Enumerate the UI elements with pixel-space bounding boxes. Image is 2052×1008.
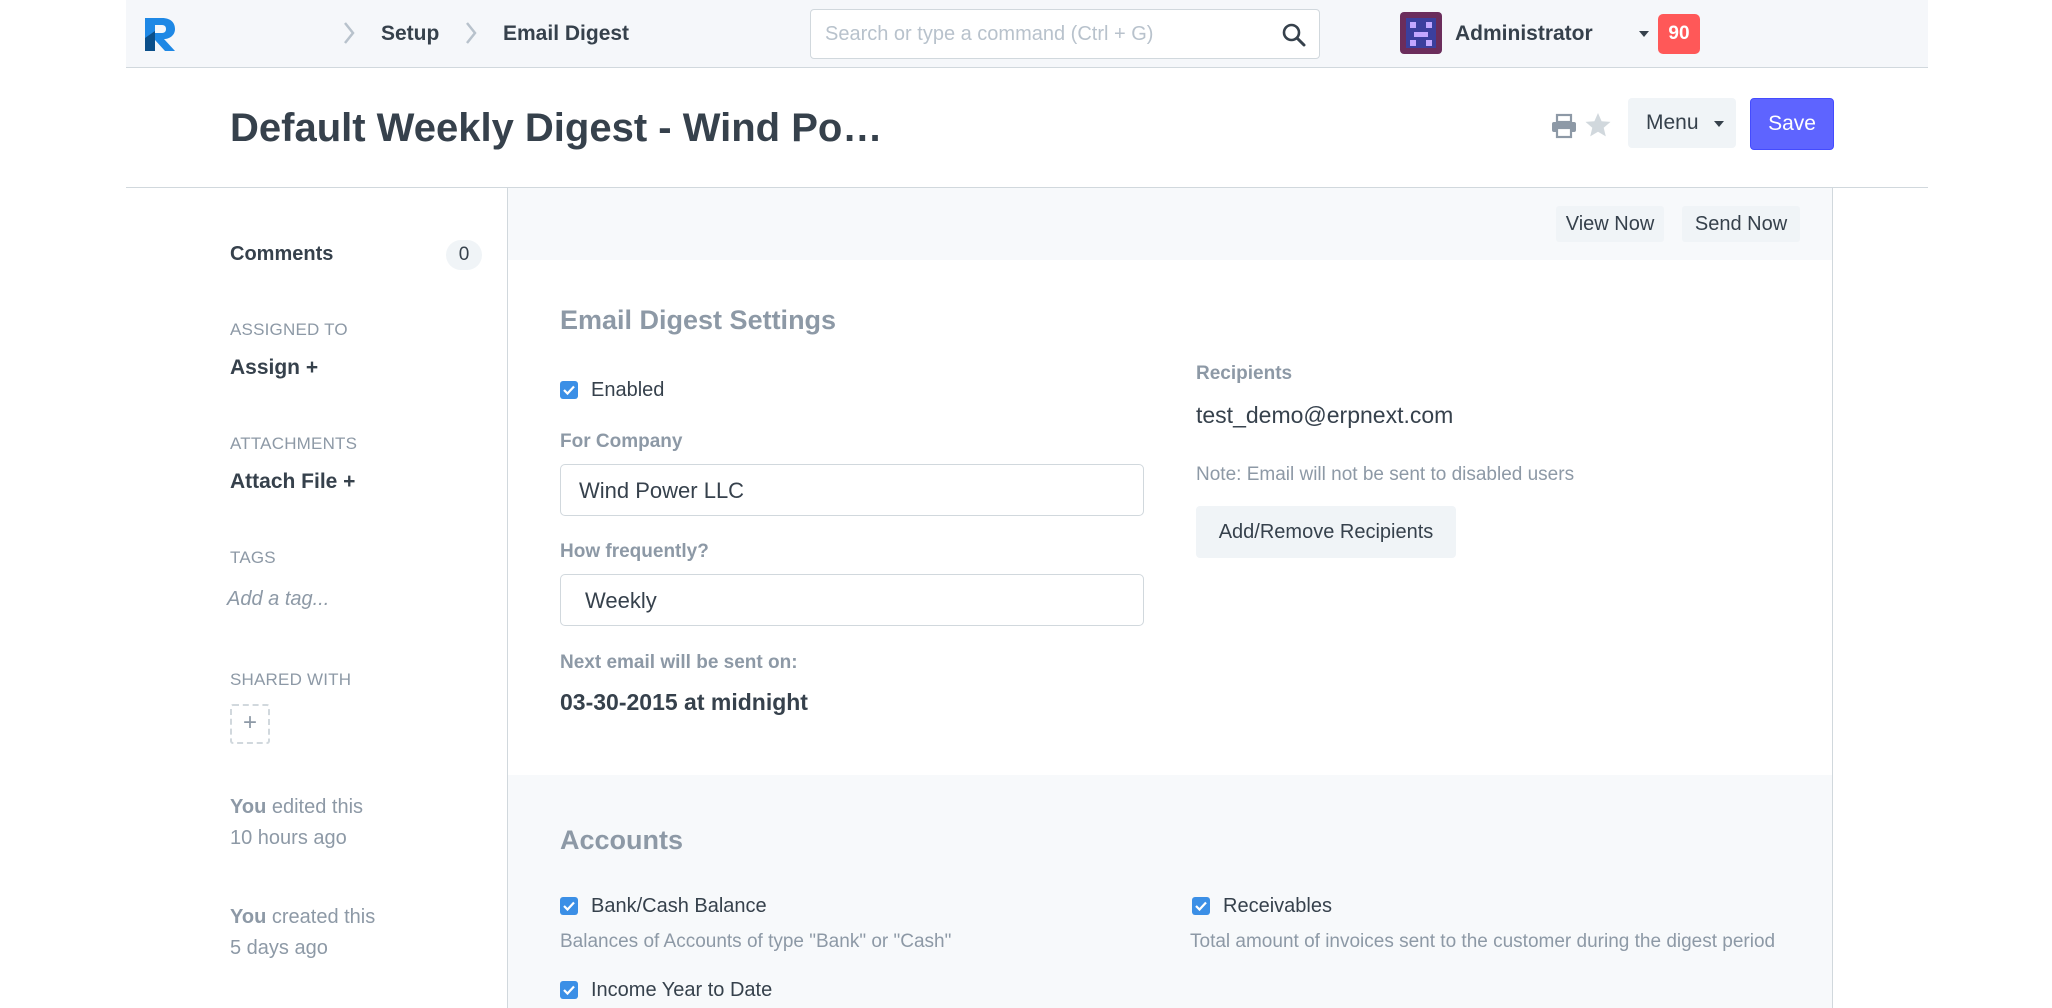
notification-badge[interactable]: 90: [1658, 14, 1700, 54]
check-icon: [563, 901, 575, 912]
chevron-right-icon: [344, 22, 355, 44]
breadcrumb-email-digest[interactable]: Email Digest: [503, 22, 629, 46]
income-year-to-date-label[interactable]: Income Year to Date: [591, 979, 772, 1002]
section-title-accounts: Accounts: [560, 825, 684, 855]
for-company-label: For Company: [560, 431, 683, 452]
timeline-item: You edited this 10 hours ago: [230, 792, 363, 854]
comments-count-badge: 0: [446, 240, 482, 270]
caret-down-icon[interactable]: [1639, 31, 1649, 37]
bank-cash-balance-label[interactable]: Bank/Cash Balance: [591, 895, 767, 918]
bank-cash-balance-checkbox[interactable]: [560, 897, 578, 915]
save-button[interactable]: Save: [1750, 98, 1834, 150]
star-icon[interactable]: [1584, 111, 1612, 139]
receivables-label[interactable]: Receivables: [1223, 895, 1332, 918]
next-email-label: Next email will be sent on:: [560, 652, 798, 673]
how-frequently-label: How frequently?: [560, 541, 709, 562]
breadcrumb-setup[interactable]: Setup: [381, 22, 439, 46]
accounts-section: [508, 775, 1832, 1008]
how-frequently-select[interactable]: Weekly: [560, 574, 1144, 626]
search-input[interactable]: [825, 20, 1265, 48]
add-tag-input[interactable]: Add a tag...: [227, 588, 329, 611]
print-icon[interactable]: [1550, 113, 1578, 139]
bank-cash-balance-description: Balances of Accounts of type "Bank" or "…: [560, 931, 952, 952]
timeline-time: 5 days ago: [230, 937, 328, 959]
section-title-email-digest-settings: Email Digest Settings: [560, 305, 837, 335]
timeline-action: created this: [266, 906, 376, 928]
attach-file-link[interactable]: Attach File +: [230, 470, 355, 494]
enabled-checkbox[interactable]: [560, 381, 578, 399]
search-icon[interactable]: [1281, 22, 1307, 48]
check-icon: [1195, 901, 1207, 912]
timeline-user[interactable]: You: [230, 906, 266, 928]
assign-link[interactable]: Assign +: [230, 356, 318, 380]
form-border: [1832, 188, 1833, 1008]
view-now-button[interactable]: View Now: [1556, 206, 1664, 242]
for-company-value: Wind Power LLC: [579, 478, 745, 503]
chevron-right-icon: [466, 22, 477, 44]
receivables-description: Total amount of invoices sent to the cus…: [1190, 931, 1776, 952]
add-remove-recipients-button[interactable]: Add/Remove Recipients: [1196, 506, 1456, 558]
recipient-email: test_demo@erpnext.com: [1196, 402, 1454, 428]
caret-down-icon[interactable]: [1714, 121, 1724, 127]
assigned-to-label: ASSIGNED TO: [230, 320, 348, 339]
how-frequently-value: Weekly: [585, 588, 657, 613]
timeline-time: 10 hours ago: [230, 827, 347, 849]
recipients-note: Note: Email will not be sent to disabled…: [1196, 464, 1575, 485]
search-box[interactable]: [810, 9, 1320, 59]
attachments-label: ATTACHMENTS: [230, 434, 358, 453]
shared-with-label: SHARED WITH: [230, 670, 352, 689]
for-company-input[interactable]: Wind Power LLC: [560, 464, 1144, 516]
receivables-checkbox[interactable]: [1192, 897, 1210, 915]
timeline-user[interactable]: You: [230, 796, 266, 818]
share-add-button[interactable]: +: [230, 704, 270, 744]
tags-label: TAGS: [230, 548, 276, 567]
timeline-action: edited this: [266, 796, 364, 818]
next-email-value: 03-30-2015 at midnight: [560, 689, 808, 715]
enabled-label[interactable]: Enabled: [591, 379, 664, 402]
income-year-to-date-checkbox[interactable]: [560, 981, 578, 999]
check-icon: [563, 985, 575, 996]
check-icon: [563, 385, 575, 396]
avatar[interactable]: [1400, 12, 1442, 54]
timeline-item: You created this 5 days ago: [230, 902, 375, 964]
menu-button-label: Menu: [1646, 111, 1699, 134]
recipients-label: Recipients: [1196, 363, 1293, 384]
page-title: Default Weekly Digest - Wind Po…: [230, 106, 883, 150]
user-avatar-icon: [1406, 18, 1436, 48]
send-now-button[interactable]: Send Now: [1682, 206, 1800, 242]
app-logo-icon[interactable]: [140, 14, 180, 54]
comments-label[interactable]: Comments: [230, 243, 333, 266]
user-menu-label[interactable]: Administrator: [1455, 22, 1593, 46]
